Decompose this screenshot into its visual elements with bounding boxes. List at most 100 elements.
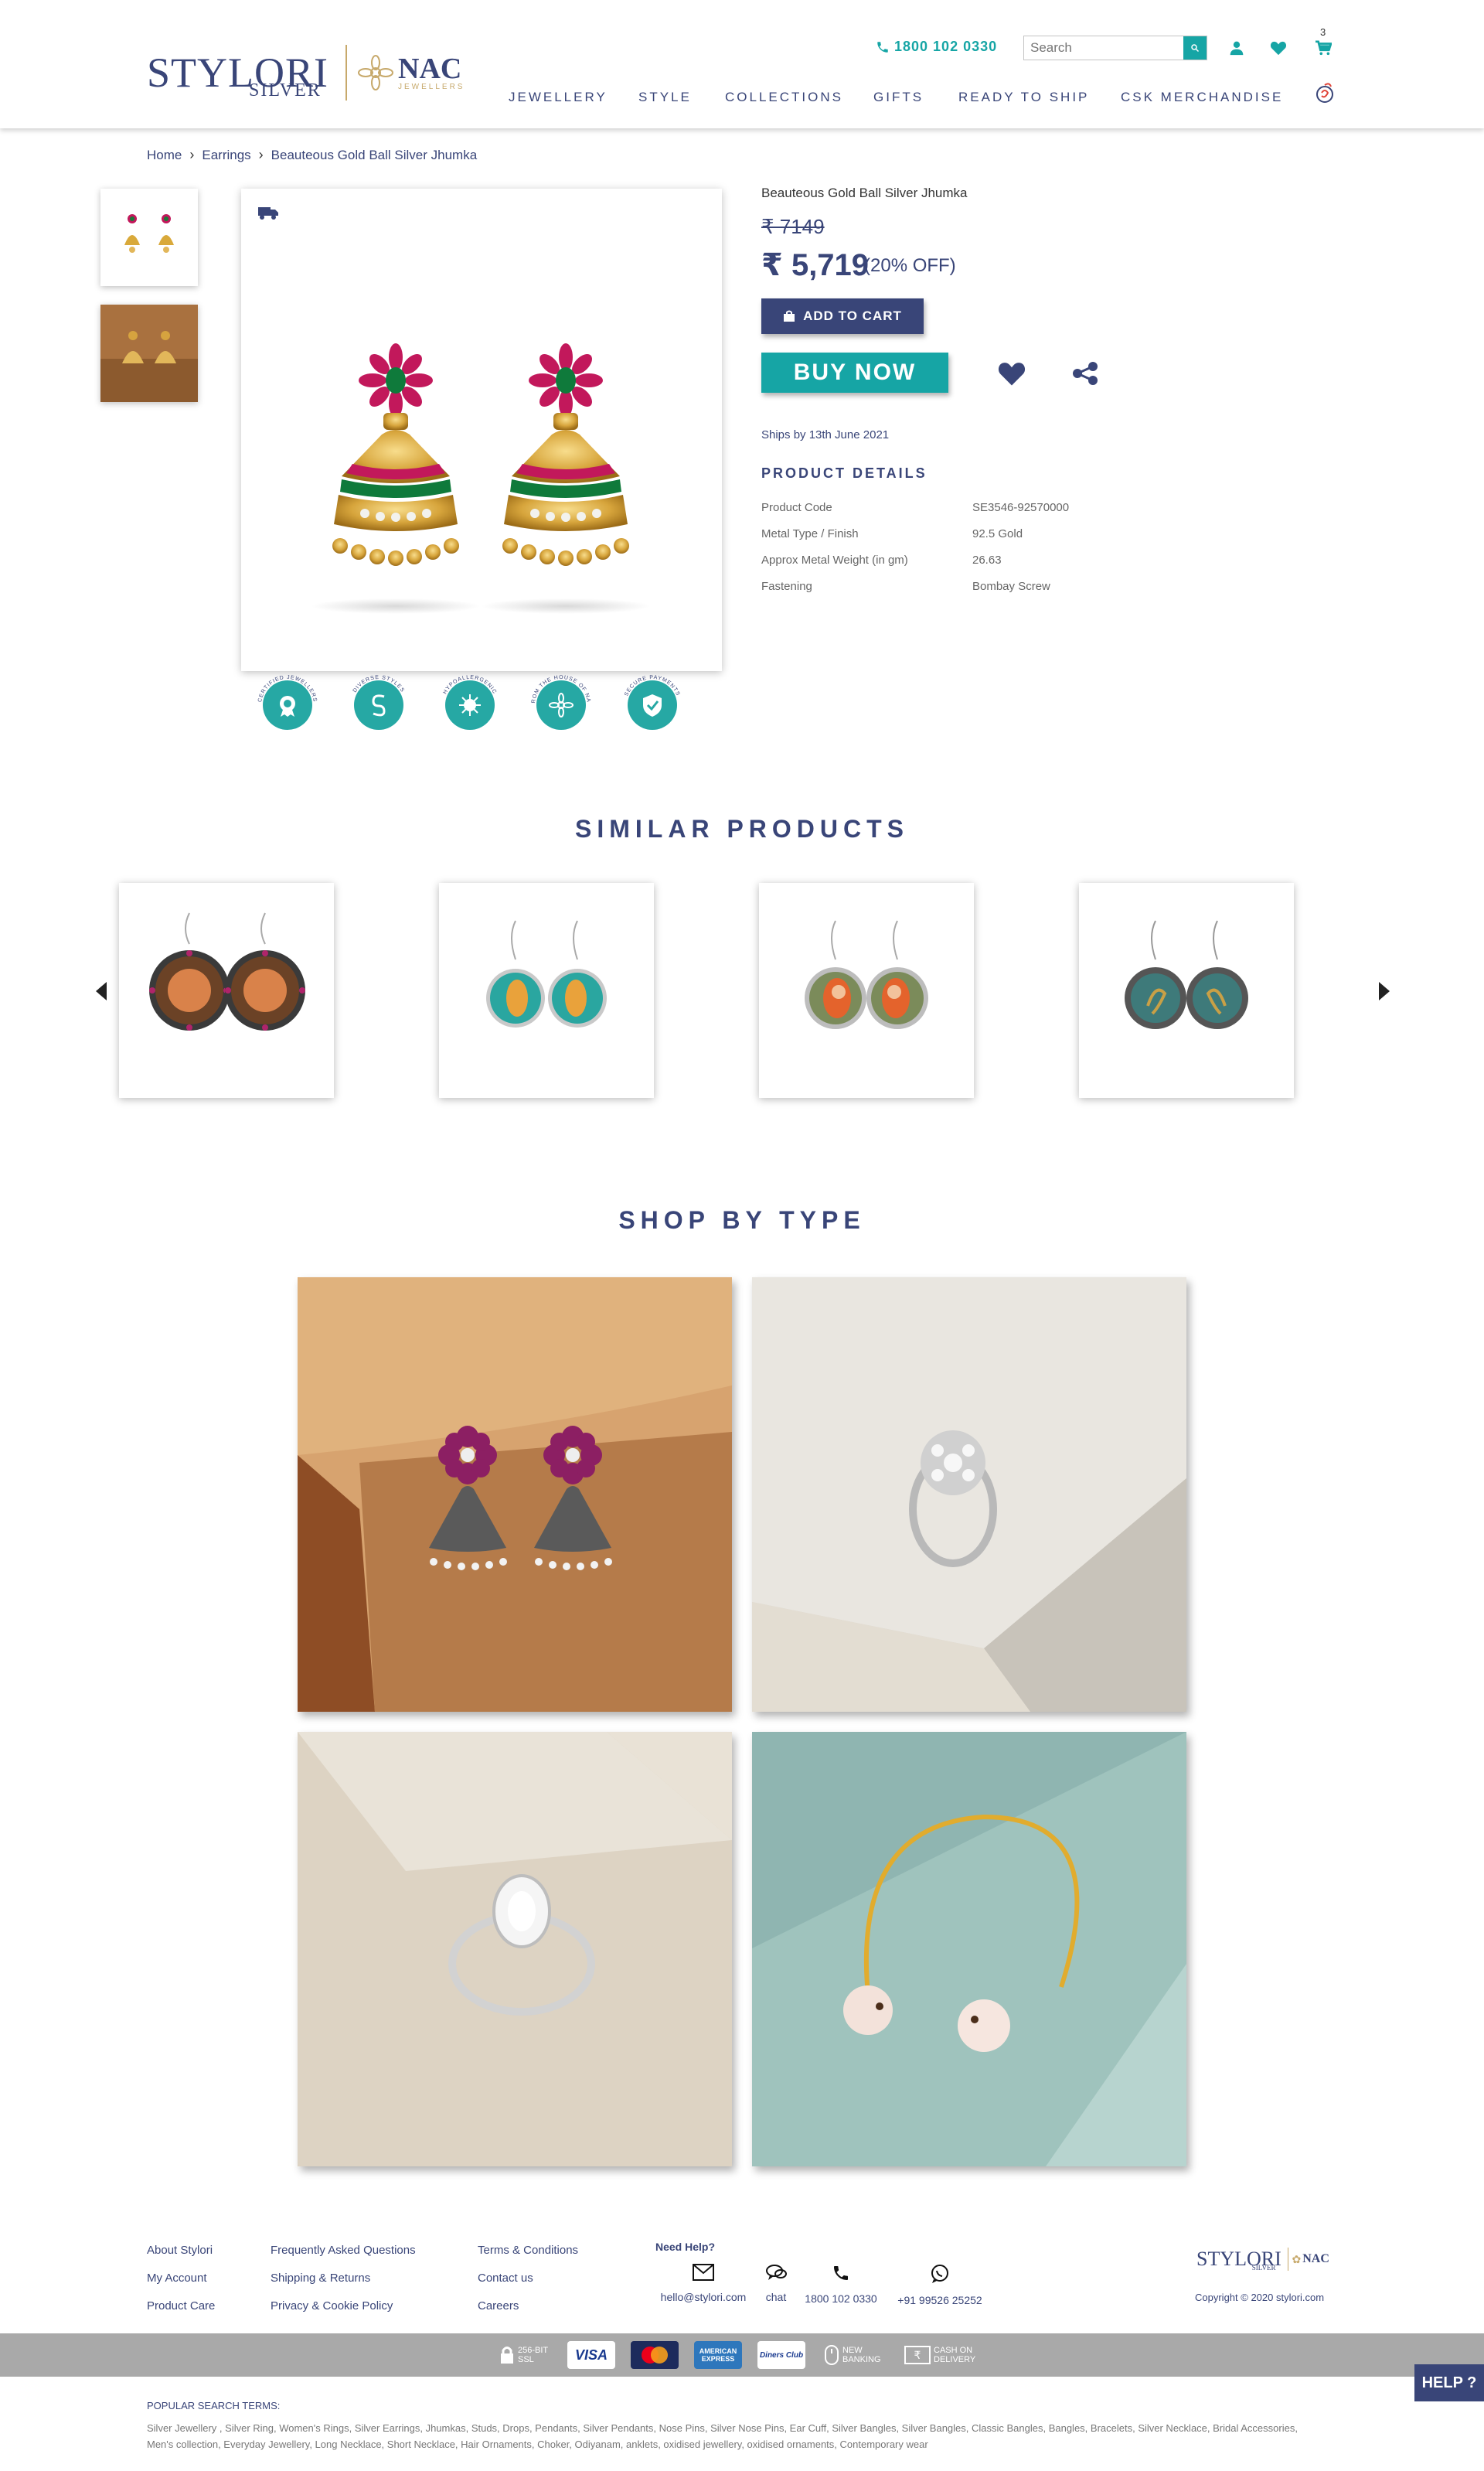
- detail-value: 26.63: [972, 554, 1002, 567]
- gold-jhumka-earrings-image: [311, 343, 651, 614]
- copyright-text: Copyright © 2020 stylori.com: [1195, 2292, 1325, 2303]
- phone-number: 1800 102 0330: [894, 39, 998, 54]
- lock-icon: [501, 2347, 513, 2364]
- search-input[interactable]: [1024, 36, 1183, 60]
- badge-certified-jewellers: CERTIFIED JEWELLERS: [257, 675, 317, 730]
- shop-type-silver-ring-tile[interactable]: [298, 1732, 732, 2166]
- footer-phone[interactable]: 1800 102 0330: [799, 2264, 883, 2305]
- silver-ring-image: [752, 1277, 1186, 1712]
- detail-value: Bombay Screw: [972, 580, 1050, 593]
- footer-link-about[interactable]: About Stylori: [147, 2244, 213, 2257]
- footer-whatsapp[interactable]: +91 99526 25252: [889, 2264, 991, 2306]
- nav-style[interactable]: STYLE: [638, 90, 692, 105]
- detail-label: Approx Metal Weight (in gm): [761, 554, 908, 567]
- mouse-icon: [825, 2345, 839, 2365]
- footer-link-careers[interactable]: Careers: [478, 2299, 519, 2313]
- similar-product-card[interactable]: [759, 883, 974, 1098]
- oval-ring-image: [298, 1732, 732, 2166]
- footer-link-account[interactable]: My Account: [147, 2272, 207, 2285]
- badge-diverse-styles: DIVERSE STYLES: [352, 675, 404, 730]
- badge-ring-text-icon: DIVERSE STYLES: [352, 675, 406, 694]
- diners-badge: Diners Club: [757, 2341, 805, 2369]
- share-icon[interactable]: [1071, 360, 1099, 387]
- carousel-next-arrow-icon[interactable]: [1379, 982, 1390, 1000]
- site-header: STYLORI SILVER NAC JEWELLERS 1800 102 03…: [0, 0, 1484, 128]
- nav-jewellery[interactable]: JEWELLERY: [509, 90, 608, 105]
- product-details-heading: PRODUCT DETAILS: [761, 465, 928, 481]
- cart-count: 3: [1320, 26, 1326, 38]
- footer-link-privacy[interactable]: Privacy & Cookie Policy: [271, 2299, 393, 2313]
- similar-product-card[interactable]: [119, 883, 334, 1098]
- product-thumbnail-1[interactable]: [100, 189, 198, 286]
- product-main-image[interactable]: [241, 189, 722, 671]
- similar-earring-image: [486, 920, 607, 1028]
- shop-type-rings-tile[interactable]: [752, 1277, 1186, 1712]
- shop-type-earrings-tile[interactable]: [298, 1277, 732, 1712]
- popular-search-heading: POPULAR SEARCH TERMS:: [147, 2400, 281, 2411]
- heart-icon[interactable]: [997, 360, 1026, 387]
- footer-link-terms[interactable]: Terms & Conditions: [478, 2244, 578, 2257]
- breadcrumb: Home › Earrings › Beauteous Gold Ball Si…: [147, 147, 477, 163]
- main-nav: JEWELLERY STYLE COLLECTIONS GIFTS READY …: [0, 90, 1484, 108]
- add-to-cart-button[interactable]: ADD TO CART: [761, 298, 924, 334]
- discount-label: (20% OFF): [864, 255, 956, 276]
- footer-chat[interactable]: chat: [754, 2264, 798, 2303]
- popular-search-terms[interactable]: Silver Jewellery , Silver Ring, Women's …: [147, 2420, 1306, 2452]
- phone-icon: [834, 2266, 848, 2280]
- footer-whatsapp-label: +91 99526 25252: [897, 2294, 982, 2306]
- badge-hypoallergenic: HYPOALLERGENIC: [442, 675, 497, 730]
- footer-link-faq[interactable]: Frequently Asked Questions: [271, 2244, 416, 2257]
- carousel-prev-arrow-icon[interactable]: [96, 982, 107, 1000]
- rupee-note-icon: ₹: [904, 2346, 931, 2364]
- svg-text:₹: ₹: [914, 2349, 921, 2361]
- oxidised-jhumka-image: [298, 1277, 732, 1712]
- header-phone[interactable]: 1800 102 0330: [876, 39, 997, 55]
- search-button[interactable]: [1183, 36, 1207, 60]
- nac-flower-icon: [358, 55, 393, 90]
- footer-link-shipping[interactable]: Shipping & Returns: [271, 2272, 370, 2285]
- stylori-mini-logo-icon[interactable]: [1314, 80, 1336, 105]
- nac-text: NAC: [398, 52, 462, 85]
- shop-by-type-heading: SHOP BY TYPE: [618, 1206, 866, 1234]
- pearl-bangle-image: [752, 1732, 1186, 2166]
- search-icon: [1191, 44, 1200, 53]
- similar-product-card[interactable]: [439, 883, 654, 1098]
- mastercard-badge: [631, 2341, 679, 2369]
- ssl-badge: 256-BIT SSL: [499, 2341, 556, 2369]
- original-price: ₹ 7149: [761, 215, 825, 238]
- footer-email[interactable]: hello@stylori.com: [657, 2264, 750, 2303]
- footer-logo[interactable]: STYLORI SILVER ✿ NAC: [1196, 2247, 1329, 2272]
- similar-earring-image: [149, 912, 305, 1031]
- detail-label: Product Code: [761, 501, 832, 514]
- similar-product-card[interactable]: [1079, 883, 1294, 1098]
- nav-gifts[interactable]: GIFTS: [873, 90, 924, 105]
- nav-csk-merchandise[interactable]: CSK MERCHANDISE: [1121, 90, 1283, 105]
- footer-email-label: hello@stylori.com: [660, 2291, 747, 2303]
- footer-link-product-care[interactable]: Product Care: [147, 2299, 215, 2313]
- amex-logo: AMERICAN EXPRESS: [694, 2341, 742, 2369]
- add-to-cart-label: ADD TO CART: [803, 308, 902, 323]
- wishlist-heart-icon[interactable]: [1268, 37, 1289, 59]
- footer-link-contact[interactable]: Contact us: [478, 2272, 533, 2285]
- nav-collections[interactable]: COLLECTIONS: [725, 90, 843, 105]
- buy-now-button[interactable]: BUY NOW: [761, 353, 948, 393]
- badge-ring-text-icon: SECURE PAYMENTS: [624, 675, 680, 697]
- chevron-right-icon: ›: [258, 147, 264, 162]
- shop-type-bangles-tile[interactable]: [752, 1732, 1186, 2166]
- help-button[interactable]: HELP ?: [1414, 2364, 1484, 2401]
- jhumka-thumbnail-image: [124, 214, 174, 253]
- svg-text:CERTIFIED JEWELLERS: CERTIFIED JEWELLERS: [257, 675, 318, 703]
- detail-value: 92.5 Gold: [972, 527, 1023, 540]
- payment-methods-bar: 256-BIT SSL VISA AMERICAN EXPRESS Diners…: [0, 2333, 1484, 2377]
- product-thumbnail-2[interactable]: [100, 305, 198, 402]
- whatsapp-icon: [931, 2265, 948, 2283]
- chat-icon: [766, 2265, 787, 2280]
- breadcrumb-home[interactable]: Home: [147, 148, 182, 163]
- cart-icon[interactable]: [1312, 37, 1334, 59]
- svg-text:DIVERSE STYLES: DIVERSE STYLES: [352, 675, 406, 694]
- jhumka-model-thumbnail-image: [100, 305, 198, 402]
- breadcrumb-earrings[interactable]: Earrings: [202, 148, 250, 163]
- nav-ready-to-ship[interactable]: READY TO SHIP: [958, 90, 1089, 105]
- account-icon[interactable]: [1226, 37, 1247, 59]
- badge-ring-text-icon: CERTIFIED JEWELLERS: [257, 675, 318, 703]
